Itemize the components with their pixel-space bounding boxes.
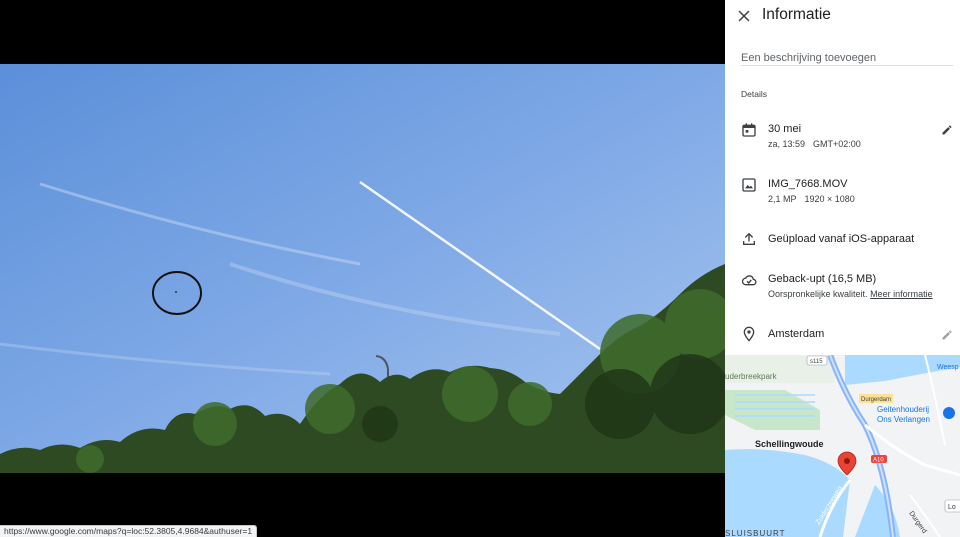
map-label-a10: A10 xyxy=(873,458,884,464)
map-label-s115: s115 xyxy=(810,359,823,365)
date-secondary: za, 13:59 GMT+02:00 xyxy=(768,139,861,149)
date-primary: 30 mei xyxy=(768,123,802,135)
upload-row: Geüpload vanaf iOS-apparaat xyxy=(725,230,960,250)
map-label-sluisbuurt: SLUISBUURT xyxy=(725,529,786,537)
upload-label: Geüpload vanaf iOS-apparaat xyxy=(768,233,915,245)
sky-photo xyxy=(0,64,725,473)
file-megapixels: 2,1 MP xyxy=(768,194,797,204)
map-label-corner: Lo xyxy=(948,504,956,511)
location-label: Amsterdam xyxy=(768,328,825,340)
map-label-town: Schellingwoude xyxy=(755,439,824,449)
location-pin-icon xyxy=(743,326,755,342)
info-panel: Informatie Details 30 mei za, 13:59 GMT+0… xyxy=(725,0,960,537)
edit-location-icon[interactable] xyxy=(941,329,953,341)
details-heading: Details xyxy=(741,89,767,99)
map-label-park: uderbreekpark xyxy=(725,372,778,381)
close-button[interactable] xyxy=(735,7,753,25)
close-icon xyxy=(738,10,750,22)
description-input[interactable] xyxy=(741,52,953,64)
backup-row: Geback-upt (16,5 MB) Oorspronkelijke kwa… xyxy=(725,271,960,305)
photo-viewer: https://www.google.com/maps?q=loc:52.380… xyxy=(0,0,725,537)
description-field-wrapper xyxy=(741,48,953,66)
image-icon xyxy=(742,178,756,192)
backup-quality: Oorspronkelijke kwaliteit. xyxy=(768,289,868,299)
file-row: IMG_7668.MOV 2,1 MP 1920 × 1080 xyxy=(725,175,960,209)
map-label-durgerdam: Durgerdam xyxy=(861,397,891,403)
calendar-icon xyxy=(742,123,756,137)
more-info-link[interactable]: Meer informatie xyxy=(870,289,933,299)
edit-date-icon[interactable] xyxy=(941,124,953,136)
date-row: 30 mei za, 13:59 GMT+02:00 xyxy=(725,120,960,154)
poi-farm-icon xyxy=(943,407,955,419)
status-bar-url: https://www.google.com/maps?q=loc:52.380… xyxy=(0,525,258,537)
location-row: Amsterdam xyxy=(725,325,960,345)
map-canvas: uderbreekpark s115 Weesp Durgerdam Geite… xyxy=(725,355,960,537)
file-meta: 2,1 MP 1920 × 1080 xyxy=(768,194,855,204)
file-name: IMG_7668.MOV xyxy=(768,178,848,190)
file-resolution: 1920 × 1080 xyxy=(804,194,855,204)
photo[interactable] xyxy=(0,64,725,473)
backup-secondary: Oorspronkelijke kwaliteit. Meer informat… xyxy=(768,289,933,299)
location-map[interactable]: uderbreekpark s115 Weesp Durgerdam Geite… xyxy=(725,355,960,537)
panel-title: Informatie xyxy=(762,6,831,23)
panel-header: Informatie xyxy=(725,0,960,33)
date-timezone: GMT+02:00 xyxy=(813,139,861,149)
map-label-farm-1: Geitenhouderij xyxy=(877,405,929,414)
map-label-weesp: Weesp xyxy=(937,364,959,371)
date-day-time: za, 13:59 xyxy=(768,139,806,149)
cloud-done-icon xyxy=(741,275,757,286)
backup-primary: Geback-upt (16,5 MB) xyxy=(768,273,877,285)
upload-icon xyxy=(743,233,755,245)
map-label-farm-2: Ons Verlangen xyxy=(877,415,930,424)
